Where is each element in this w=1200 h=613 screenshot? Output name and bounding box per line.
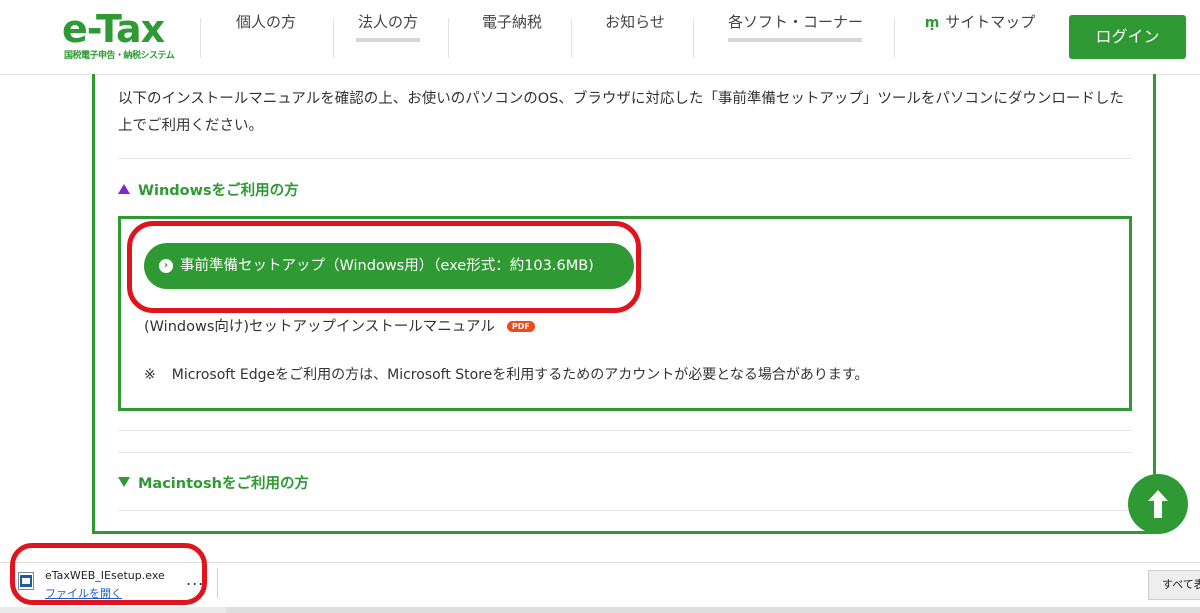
nav-sitemap-label: サイトマップ <box>945 13 1036 31</box>
logo-subtitle: 国税電子申告・納税システム <box>64 51 175 61</box>
nav-divider <box>571 18 572 58</box>
divider <box>118 510 1132 511</box>
site-header: e-Tax 国税電子申告・納税システム 個人の方 法人の方 電子納税 お知らせ … <box>0 0 1200 75</box>
divider <box>118 158 1132 159</box>
logo-text: e-Tax <box>62 7 165 51</box>
download-bar-divider <box>217 568 218 598</box>
scroll-to-top-button[interactable] <box>1128 474 1188 534</box>
edge-note: ※ Microsoft Edgeをご利用の方は、Microsoft Storeを利… <box>144 364 868 384</box>
divider <box>118 430 1132 431</box>
nav-sitemap[interactable]: ṃ サイトマップ <box>922 0 1038 46</box>
login-button[interactable]: ログイン <box>1069 15 1186 59</box>
windows-section-title: Windowsをご利用の方 <box>138 183 299 199</box>
nav-divider <box>200 18 201 58</box>
windows-manual-link[interactable]: (Windows向け)セットアップインストールマニュアル PDF <box>144 315 535 336</box>
divider <box>118 452 1132 453</box>
sitemap-icon: ṃ <box>924 15 940 31</box>
nav-divider <box>448 18 449 58</box>
horizontal-scrollbar[interactable] <box>226 607 1200 613</box>
highlight-annotation <box>127 221 641 313</box>
nav-news[interactable]: お知らせ <box>585 0 685 46</box>
expand-triangle-icon <box>118 477 130 487</box>
mac-section-toggle[interactable]: Macintoshをご利用の方 <box>118 472 309 493</box>
nav-divider <box>333 18 334 58</box>
mac-section-title: Macintoshをご利用の方 <box>138 476 309 492</box>
pdf-badge: PDF <box>506 321 535 332</box>
nav-individuals[interactable]: 個人の方 <box>216 0 316 46</box>
note-mark: ※ <box>144 367 156 383</box>
nav-divider <box>894 18 895 58</box>
nav-divider <box>693 18 694 58</box>
note-text: Microsoft Edgeをご利用の方は、Microsoft Storeを利用… <box>171 367 869 383</box>
etax-logo[interactable]: e-Tax 国税電子申告・納税システム <box>62 7 178 62</box>
nav-e-payment[interactable]: 電子納税 <box>462 0 562 46</box>
manual-link-label: (Windows向け)セットアップインストールマニュアル <box>144 319 495 335</box>
show-all-downloads-button[interactable]: すべて表示 <box>1148 570 1200 600</box>
nav-corporations[interactable]: 法人の方 <box>356 0 420 46</box>
collapse-triangle-icon <box>118 184 130 194</box>
nav-software-corner[interactable]: 各ソフト・コーナー <box>728 0 863 46</box>
arrow-up-icon <box>1148 490 1168 518</box>
windows-section-toggle[interactable]: Windowsをご利用の方 <box>118 179 299 200</box>
intro-text: 以下のインストールマニュアルを確認の上、お使いのパソコンのOS、ブラウザに対応し… <box>118 91 1124 134</box>
highlight-annotation <box>10 543 207 605</box>
